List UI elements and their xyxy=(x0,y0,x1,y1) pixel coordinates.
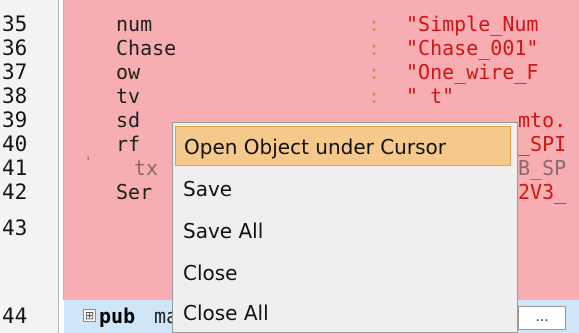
line-number: 36 xyxy=(2,36,28,60)
line-number: 42 xyxy=(2,180,28,204)
string-value: mto. xyxy=(518,108,567,132)
code-line[interactable]: ow : "One_wire_F xyxy=(64,60,579,84)
gutter-divider xyxy=(58,0,59,333)
line-number: 38 xyxy=(2,84,28,108)
string-value: "Chase_001" xyxy=(406,36,539,60)
string-value: B_SP xyxy=(518,156,567,180)
menu-item-save-all[interactable]: Save All xyxy=(175,211,515,251)
field-name: num xyxy=(116,12,153,36)
field-name: tx xyxy=(134,156,159,180)
line-number: 41 xyxy=(2,156,28,180)
line-number: 35 xyxy=(2,12,28,36)
line-number: 44 xyxy=(2,304,28,328)
comment-mark: ' xyxy=(84,155,93,171)
keyword-pub: pub xyxy=(99,304,136,328)
code-line[interactable]: tv : " t" xyxy=(64,84,579,108)
string-value: " t" xyxy=(406,84,455,108)
menu-item-close-all[interactable]: Close All xyxy=(175,293,515,333)
colon: : xyxy=(368,12,381,36)
line-number: 43 xyxy=(2,216,28,240)
fold-expand-icon[interactable]: ⊞ xyxy=(83,309,96,322)
colon: : xyxy=(368,36,381,60)
context-menu: Open Object under Cursor Save Save All C… xyxy=(172,122,518,333)
line-number: 40 xyxy=(2,132,28,156)
field-name: tv xyxy=(116,84,141,108)
code-line[interactable]: Chase : "Chase_001" xyxy=(64,36,579,60)
menu-item-close[interactable]: Close xyxy=(175,253,515,293)
colon: : xyxy=(368,60,381,84)
field-name: ow xyxy=(116,60,141,84)
string-value: 2V3_ xyxy=(518,180,567,204)
string-value: _SPI xyxy=(518,132,567,156)
string-value: "Simple_Num xyxy=(406,12,539,36)
field-name: Chase xyxy=(116,36,177,60)
menu-item-save[interactable]: Save xyxy=(175,169,515,209)
field-name: sd xyxy=(116,108,141,132)
field-name: rf xyxy=(116,132,141,156)
code-line[interactable]: num : "Simple_Num xyxy=(64,12,579,36)
line-number: 39 xyxy=(2,108,28,132)
line-number: 37 xyxy=(2,60,28,84)
collapsed-block-ellipsis-button[interactable]: ... xyxy=(518,306,566,330)
colon: : xyxy=(368,84,381,108)
field-name: Ser xyxy=(116,180,153,204)
menu-item-open-object-under-cursor[interactable]: Open Object under Cursor xyxy=(175,126,511,166)
string-value: "One_wire_F xyxy=(406,60,539,84)
